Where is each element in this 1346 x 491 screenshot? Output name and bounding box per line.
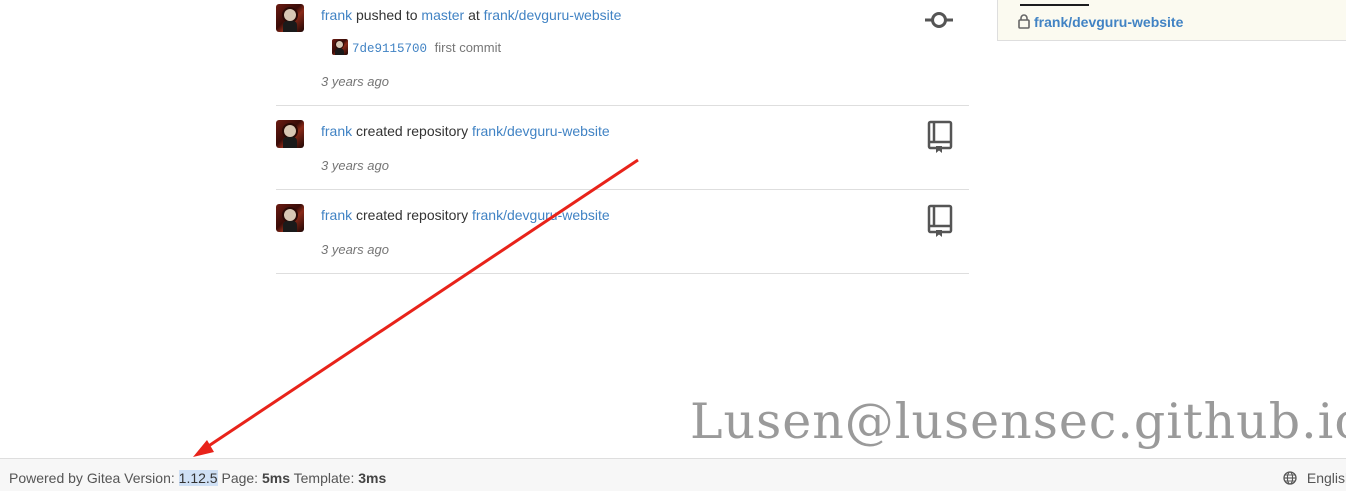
feed-title: frank pushed to master at frank/devguru-… — [321, 7, 621, 23]
feed-item-push: frank pushed to master at frank/devguru-… — [276, 0, 969, 106]
lock-icon — [1018, 14, 1030, 32]
feed-time: 3 years ago — [321, 74, 389, 89]
powered-by-text: Powered by Gitea Version: — [9, 470, 175, 486]
user-link[interactable]: frank — [321, 123, 352, 139]
user-avatar[interactable] — [276, 120, 304, 148]
commit-line: 7de9115700 first commit — [332, 39, 502, 56]
action-text: created repository — [356, 123, 469, 139]
connector-text: at — [468, 7, 480, 23]
repo-book-icon — [927, 120, 953, 159]
template-time: 3ms — [358, 470, 387, 486]
page-time: 5ms — [261, 470, 290, 486]
user-avatar[interactable] — [276, 204, 304, 232]
repo-list-item[interactable]: frank/devguru-website — [1018, 14, 1183, 32]
repo-link[interactable]: frank/devguru-website — [472, 123, 610, 139]
activity-feed: frank pushed to master at frank/devguru-… — [276, 0, 969, 274]
footer-info: Powered by Gitea Version: 1.12.5 Page: 5… — [9, 470, 386, 486]
watermark-text: Lusen@lusensec.github.io — [690, 393, 1346, 450]
git-commit-icon — [925, 9, 953, 36]
action-text: created repository — [356, 207, 469, 223]
feed-time: 3 years ago — [321, 158, 389, 173]
repo-list-panel: frank/devguru-website — [997, 0, 1346, 41]
language-label: English — [1306, 470, 1346, 486]
repo-link[interactable]: frank/devguru-website — [484, 7, 622, 23]
repo-link[interactable]: frank/devguru-website — [472, 207, 610, 223]
feed-title: frank created repository frank/devguru-w… — [321, 123, 610, 139]
user-avatar[interactable] — [276, 4, 304, 32]
language-selector[interactable]: English — [1283, 470, 1346, 486]
page-footer: Powered by Gitea Version: 1.12.5 Page: 5… — [0, 458, 1346, 491]
action-text: pushed to — [356, 7, 418, 23]
feed-item-create-repo: frank created repository frank/devguru-w… — [276, 190, 969, 274]
globe-icon — [1283, 470, 1307, 486]
branch-link[interactable]: master — [421, 7, 464, 23]
commit-sha-link[interactable]: 7de9115700 — [352, 42, 427, 56]
commit-avatar[interactable] — [332, 39, 348, 55]
user-link[interactable]: frank — [321, 207, 352, 223]
version-number: 1.12.5 — [178, 470, 218, 486]
repo-book-icon — [927, 204, 953, 243]
repo-name: frank/devguru-website — [1034, 14, 1184, 30]
page-label: Page: — [221, 470, 259, 486]
template-label: Template: — [293, 470, 355, 486]
commit-message: first commit — [434, 40, 502, 55]
feed-title: frank created repository frank/devguru-w… — [321, 207, 610, 223]
feed-item-create-repo: frank created repository frank/devguru-w… — [276, 106, 969, 190]
user-link[interactable]: frank — [321, 7, 352, 23]
active-tab-indicator — [1020, 4, 1089, 6]
feed-time: 3 years ago — [321, 242, 389, 257]
